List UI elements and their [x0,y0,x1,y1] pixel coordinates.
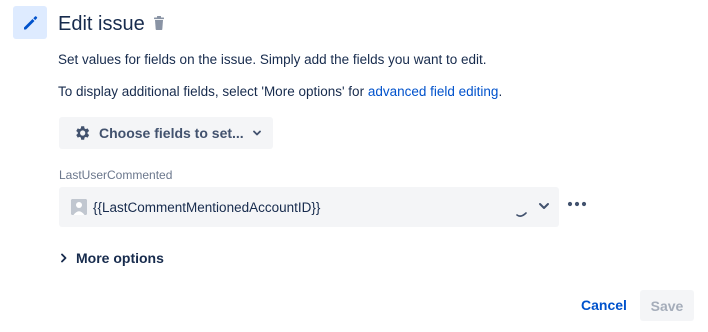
chevron-down-icon[interactable] [537,199,551,213]
field-label: LastUserCommented [59,168,173,182]
field-value: {{LastCommentMentionedAccountID}} [93,199,321,215]
choose-fields-label: Choose fields to set... [99,125,244,141]
page-title: Edit issue [58,13,145,35]
more-options-label: More options [76,250,164,266]
description-advanced: To display additional fields, select 'Mo… [58,83,502,101]
choose-fields-button[interactable]: Choose fields to set... [59,117,273,149]
loading-spinner-icon [516,212,527,217]
user-avatar-icon [71,199,87,215]
description-prefix: To display additional fields, select 'Mo… [58,84,368,99]
more-actions-icon[interactable] [566,196,588,212]
last-user-commented-select[interactable]: {{LastCommentMentionedAccountID}} [59,187,559,227]
description-text: Set values for fields on the issue. Simp… [58,52,487,67]
trash-icon[interactable] [153,16,165,30]
edit-icon-container [13,6,47,39]
cancel-button[interactable]: Cancel [574,290,634,320]
description-suffix: . [498,84,503,99]
advanced-field-editing-link[interactable]: advanced field editing [368,84,499,99]
gear-icon [76,126,90,140]
chevron-down-icon [252,128,262,138]
pencil-icon [24,15,38,29]
more-options-toggle[interactable]: More options [60,250,164,266]
chevron-right-icon [61,253,67,263]
save-button[interactable]: Save [640,290,694,321]
